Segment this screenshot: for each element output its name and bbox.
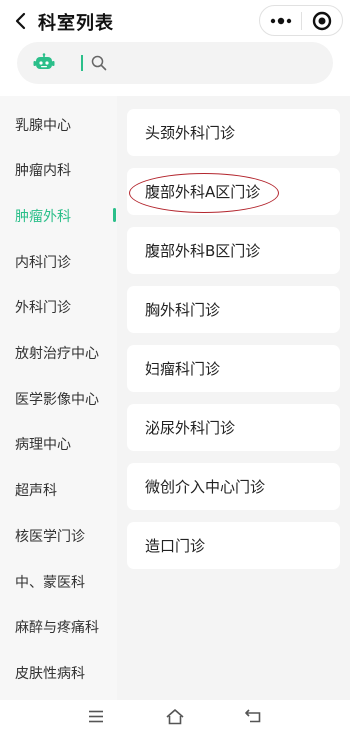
highlight-ellipse: [129, 173, 279, 213]
sidebar-item-oncology-internal[interactable]: 肿瘤内科: [15, 160, 71, 180]
text-cursor: [81, 55, 83, 71]
clinic-label: 妇瘤科门诊: [145, 360, 221, 378]
active-category-indicator: [113, 208, 116, 222]
sidebar-item-ultrasound[interactable]: 超声科: [15, 480, 57, 500]
clinic-label: 泌尿外科门诊: [145, 419, 236, 437]
clinic-label: 头颈外科门诊: [145, 124, 236, 142]
sidebar-item-nuclear-medicine[interactable]: 核医学门诊: [15, 526, 85, 546]
sidebar-item-internal-medicine[interactable]: 内科门诊: [15, 252, 71, 272]
clinic-card-head-neck[interactable]: 头颈外科门诊: [127, 109, 340, 156]
app-header: 科室列表: [0, 0, 350, 42]
clinic-card-urology[interactable]: 泌尿外科门诊: [127, 404, 340, 451]
search-area: [0, 42, 350, 94]
sidebar-item-oncology-surgery[interactable]: 肿瘤外科: [15, 206, 71, 226]
clinic-card-gynecologic-oncology[interactable]: 妇瘤科门诊: [127, 345, 340, 392]
back-button[interactable]: [8, 8, 32, 34]
target-circle-icon: [312, 11, 332, 30]
sidebar-item-breast-center[interactable]: 乳腺中心: [15, 115, 71, 135]
clinic-label: 造口门诊: [145, 537, 206, 555]
more-dots-icon: [270, 17, 291, 24]
sidebar-item-surgery[interactable]: 外科门诊: [15, 297, 71, 317]
more-button[interactable]: [260, 6, 301, 35]
home-icon[interactable]: [165, 708, 185, 725]
mini-program-capsule: [259, 5, 343, 36]
sidebar-item-pathology[interactable]: 病理中心: [15, 434, 71, 454]
menu-icon[interactable]: [88, 710, 104, 723]
sidebar-item-imaging[interactable]: 医学影像中心: [15, 389, 99, 409]
clinic-card-thoracic[interactable]: 胸外科门诊: [127, 286, 340, 333]
department-category-sidebar: 乳腺中心 肿瘤内科 肿瘤外科 内科门诊 外科门诊 放射治疗中心 医学影像中心 病…: [0, 96, 117, 700]
sidebar-item-chinese-mongolian-medicine[interactable]: 中、蒙医科: [15, 572, 85, 592]
clinic-label: 腹部外科B区门诊: [145, 242, 261, 260]
search-input[interactable]: [17, 42, 333, 84]
sidebar-item-radiotherapy[interactable]: 放射治疗中心: [15, 343, 99, 363]
robot-icon[interactable]: [33, 53, 55, 73]
chevron-left-icon: [15, 12, 26, 30]
sidebar-item-anesthesia-pain[interactable]: 麻醉与疼痛科: [15, 617, 99, 637]
clinic-card-minimally-invasive[interactable]: 微创介入中心门诊: [127, 463, 340, 510]
clinic-card-abdominal-b[interactable]: 腹部外科B区门诊: [127, 227, 340, 274]
clinic-label: 微创介入中心门诊: [145, 478, 266, 496]
system-navigation-bar: [0, 700, 350, 732]
search-icon: [91, 55, 107, 71]
sidebar-item-dermatology[interactable]: 皮肤性病科: [15, 663, 85, 683]
clinic-card-stoma[interactable]: 造口门诊: [127, 522, 340, 569]
back-return-icon[interactable]: [245, 709, 262, 723]
close-mini-program-button[interactable]: [302, 6, 342, 35]
clinic-label: 胸外科门诊: [145, 301, 221, 319]
page-title: 科室列表: [38, 13, 114, 34]
